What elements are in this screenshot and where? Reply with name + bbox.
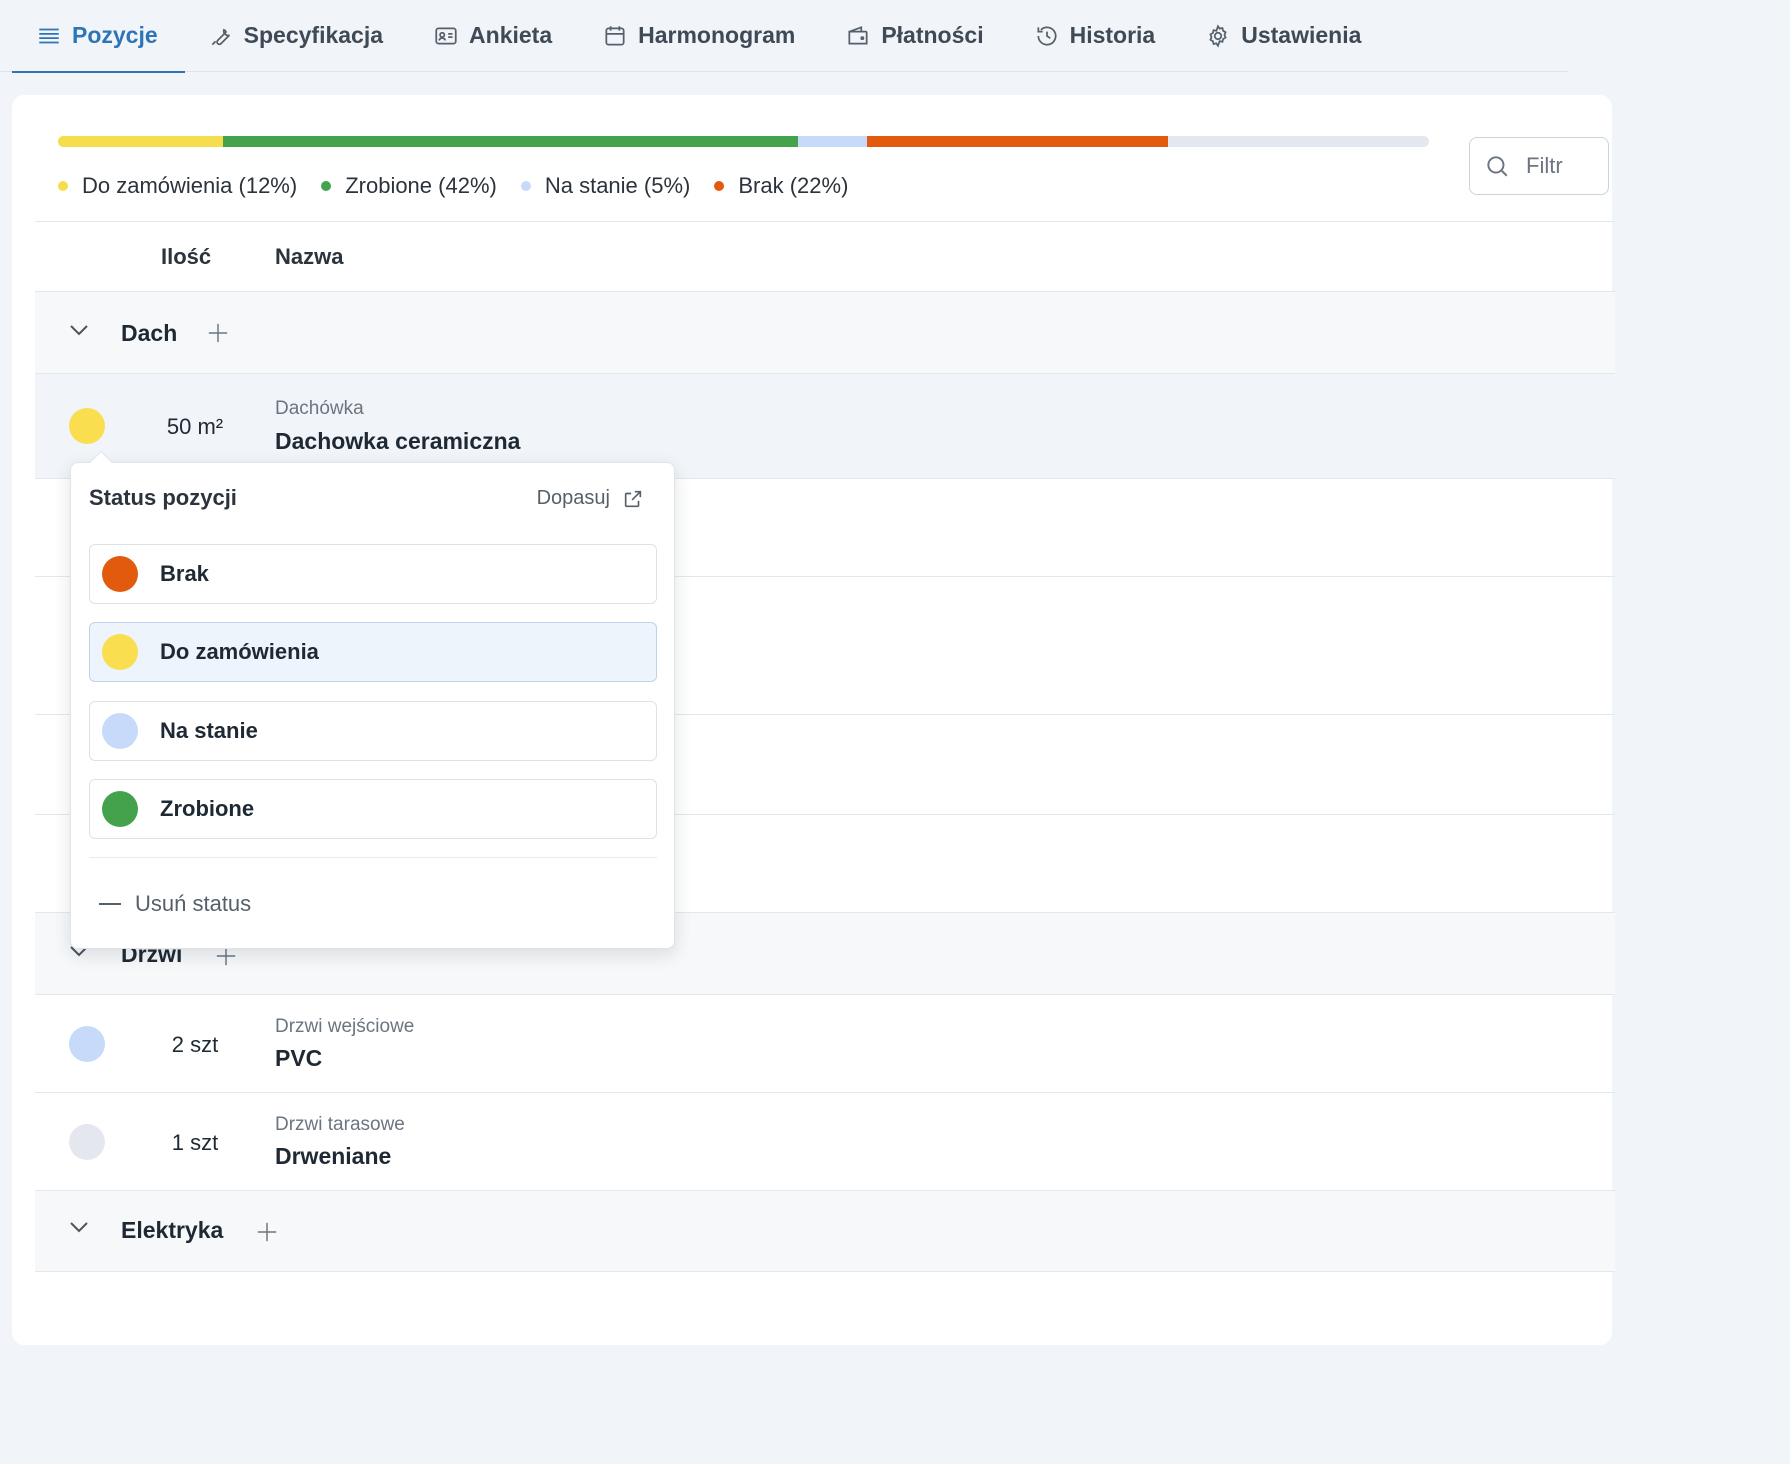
item-name: Drweniane — [275, 1143, 392, 1169]
group-row-elektryka[interactable]: Elektryka — [35, 1190, 1615, 1272]
filter-placeholder: Filtr — [1526, 153, 1563, 178]
item-qty: 50 m² — [166, 414, 224, 439]
status-popover: Status pozycji Dopasuj Brak Do zamówieni… — [70, 450, 675, 949]
item-qty: 1 szt — [171, 1130, 219, 1155]
tab-pozycje[interactable]: Pozycje — [12, 0, 185, 73]
progress-segment — [866, 136, 1169, 147]
tab-label: Harmonogram — [638, 22, 796, 48]
tab-platnosci[interactable]: Płatności — [845, 0, 984, 72]
legend-label: Na stanie (5%) — [544, 173, 691, 198]
adjust-label: Dopasuj — [536, 487, 610, 509]
group-name: Elektryka — [121, 1217, 224, 1243]
legend-dot — [520, 181, 531, 191]
item-name: Dachowka ceramiczna — [275, 428, 521, 454]
tab-label: Historia — [1069, 22, 1156, 48]
tab-ankieta[interactable]: Ankieta — [433, 0, 552, 72]
list-icon — [39, 28, 59, 43]
add-icon[interactable] — [256, 1221, 278, 1243]
legend-label: Zrobione (42%) — [345, 173, 497, 198]
progress-segment — [798, 136, 867, 147]
status-option-brak[interactable]: Brak — [89, 544, 657, 604]
filter-input[interactable]: Filtr — [1469, 137, 1609, 195]
wallet-icon — [848, 25, 868, 44]
item-category: Drzwi wejściowe — [275, 1016, 415, 1037]
column-header-name: Nazwa — [275, 244, 344, 269]
progress-segment — [222, 136, 799, 147]
tab-ustawienia[interactable]: Ustawienia — [1205, 0, 1361, 72]
external-link-icon — [624, 490, 642, 507]
popover-title: Status pozycji — [89, 485, 237, 510]
status-option-label: Brak — [160, 561, 209, 586]
tab-historia[interactable]: Historia — [1034, 0, 1156, 72]
status-option-do-zamowienia[interactable]: Do zamówienia — [89, 622, 657, 682]
legend-item: Do zamówienia (12%) — [58, 173, 297, 199]
group-row-dach[interactable]: Dach — [35, 291, 1615, 373]
id-card-icon — [435, 27, 457, 44]
tab-label: Specyfikacja — [243, 22, 384, 48]
tab-label: Pozycje — [72, 22, 158, 48]
item-category: Dachówka — [275, 398, 364, 419]
tab-bar: Pozycje Specyfikacja Ankieta Harmonogram… — [0, 0, 1568, 73]
status-indicator[interactable] — [69, 1026, 105, 1062]
status-legend: Do zamówienia (12%) Zrobione (42%) Na stan… — [58, 173, 872, 199]
popover-divider — [89, 857, 657, 858]
chevron-down-icon[interactable] — [67, 318, 91, 342]
status-option-label: Do zamówienia — [160, 639, 319, 664]
status-indicator[interactable] — [69, 1124, 105, 1160]
table-header: Ilość Nazwa — [35, 221, 1615, 291]
gear-icon — [1209, 23, 1227, 48]
tab-label: Płatności — [881, 22, 984, 48]
table-row[interactable]: 2 szt Drzwi wejściowe PVC — [35, 994, 1615, 1092]
adjust-link[interactable]: Dopasuj — [537, 487, 644, 510]
legend-item: Na stanie (5%) — [520, 173, 691, 199]
status-option-label: Na stanie — [160, 718, 258, 743]
column-header-qty: Ilość — [161, 244, 212, 269]
status-color-dot — [102, 713, 138, 749]
history-icon — [1037, 25, 1057, 46]
status-color-dot — [102, 556, 138, 592]
status-color-dot — [102, 791, 138, 827]
legend-dot — [714, 181, 725, 191]
status-option-label: Zrobione — [160, 796, 255, 821]
remove-status-label: Usuń status — [135, 891, 252, 916]
group-name: Dach — [121, 320, 178, 346]
legend-label: Do zamówienia (12%) — [82, 173, 298, 198]
status-indicator[interactable] — [69, 408, 105, 444]
add-icon[interactable] — [207, 322, 229, 344]
progress-segment — [58, 136, 223, 147]
item-name: PVC — [275, 1045, 323, 1071]
legend-item: Brak (22%) — [714, 173, 848, 199]
item-category: Drzwi tarasowe — [275, 1114, 405, 1135]
calendar-icon — [605, 25, 625, 46]
tab-specyfikacja[interactable]: Specyfikacja — [208, 0, 383, 72]
wrench-icon — [211, 28, 230, 45]
tab-harmonogram[interactable]: Harmonogram — [602, 0, 795, 72]
table-row[interactable]: 1 szt Drzwi tarasowe Drweniane — [35, 1092, 1615, 1190]
legend-item: Zrobione (42%) — [321, 173, 497, 199]
status-progress-bar — [58, 136, 1429, 147]
tab-label: Ankieta — [469, 22, 553, 48]
legend-dot — [321, 181, 332, 191]
minus-icon — [99, 903, 121, 905]
legend-label: Brak (22%) — [738, 173, 849, 198]
chevron-down-icon[interactable] — [67, 1215, 91, 1239]
status-color-dot — [102, 634, 138, 670]
search-icon — [1487, 156, 1508, 177]
item-qty: 2 szt — [171, 1032, 219, 1057]
legend-dot — [58, 181, 68, 191]
status-option-zrobione[interactable]: Zrobione — [89, 779, 657, 839]
remove-status-button[interactable]: Usuń status — [99, 891, 251, 917]
status-option-na-stanie[interactable]: Na stanie — [89, 701, 657, 761]
tab-label: Ustawienia — [1241, 22, 1362, 48]
